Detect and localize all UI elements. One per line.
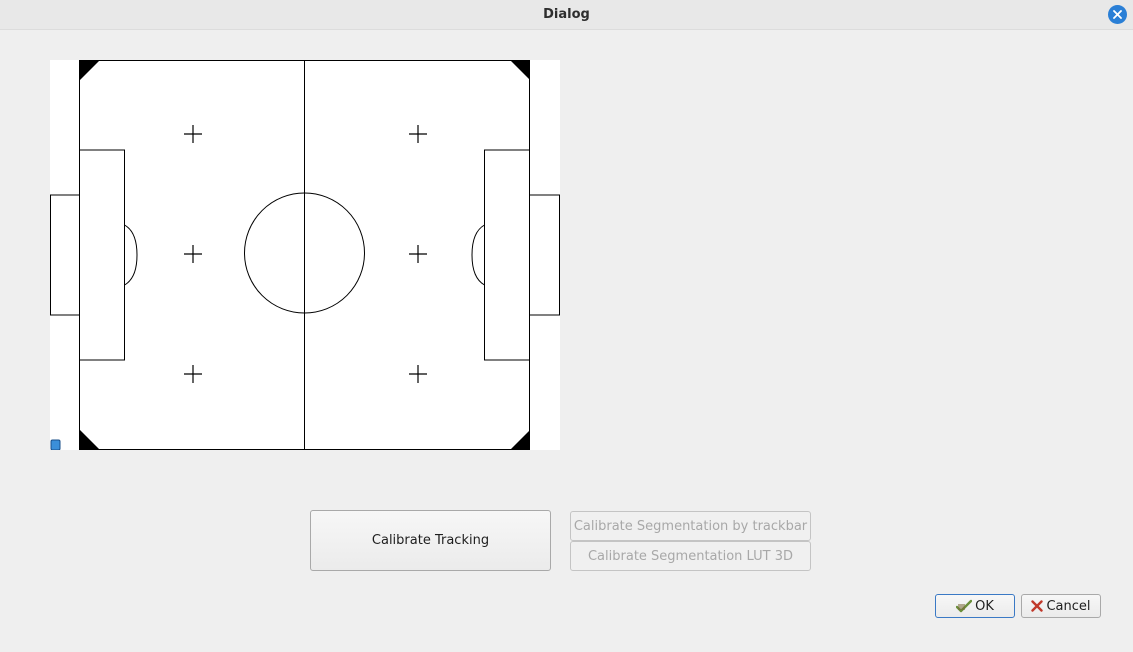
cancel-label: Cancel [1046, 598, 1091, 614]
ok-button[interactable]: OK [935, 594, 1015, 618]
calibrate-tracking-button[interactable]: Calibrate Tracking [310, 510, 551, 571]
ok-label: OK [975, 598, 994, 614]
calibrate-segmentation-trackbar-button[interactable]: Calibrate Segmentation by trackbar [570, 511, 811, 541]
title-bar: Dialog [0, 0, 1133, 30]
close-icon [1113, 10, 1122, 19]
ok-check-icon [956, 599, 973, 613]
cancel-button[interactable]: Cancel [1021, 594, 1101, 618]
window-title: Dialog [543, 7, 590, 22]
soccer-field-view[interactable] [50, 60, 560, 450]
close-button[interactable] [1108, 5, 1127, 24]
robot-marker [50, 439, 61, 450]
calibrate-segmentation-lut-button[interactable]: Calibrate Segmentation LUT 3D [570, 541, 811, 571]
cancel-x-icon [1031, 600, 1044, 612]
dialog-window: Dialog Calibrate Tracking Calibrate Segm… [0, 0, 1133, 652]
field-drawing [50, 60, 560, 450]
